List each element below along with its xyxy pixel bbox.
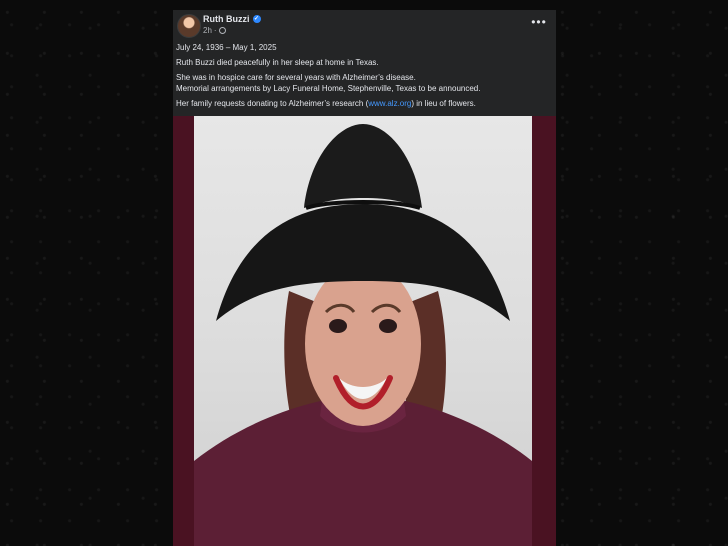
post-line-4-suffix: ) in lieu of flowers. [411, 99, 476, 108]
alz-link[interactable]: www.alz.org [368, 99, 411, 108]
avatar[interactable] [177, 14, 201, 38]
meta-separator: · [213, 26, 217, 35]
post-meta: 2h · [203, 26, 226, 35]
verified-icon: ✓ [252, 15, 261, 23]
post-photo[interactable] [194, 116, 532, 546]
globe-icon [218, 27, 226, 34]
author-name[interactable]: Ruth Buzzi [203, 14, 250, 24]
post-body: July 24, 1936 – May 1, 2025 Ruth Buzzi d… [176, 42, 552, 113]
post-line-4: Her family requests donating to Alzheime… [176, 98, 552, 109]
post-line-4-prefix: Her family requests donating to Alzheime… [176, 99, 369, 108]
more-icon[interactable]: ••• [530, 16, 548, 28]
portrait-illustration [194, 124, 532, 546]
post-paragraph-2: She was in hospice care for several year… [176, 72, 552, 94]
post-line-3: Memorial arrangements by Lacy Funeral Ho… [176, 84, 481, 93]
post-line-2: She was in hospice care for several year… [176, 73, 416, 82]
post-photo-frame[interactable] [173, 116, 556, 546]
post-line-1: Ruth Buzzi died peacefully in her sleep … [176, 58, 379, 67]
author-name-row: Ruth Buzzi ✓ [203, 14, 261, 24]
facebook-post-card: Ruth Buzzi ✓ 2h · ••• July 24, 1936 – Ma… [173, 10, 556, 546]
post-header: Ruth Buzzi ✓ 2h · ••• [173, 10, 556, 40]
post-dates: July 24, 1936 – May 1, 2025 [176, 43, 277, 52]
post-time[interactable]: 2h [203, 26, 212, 35]
